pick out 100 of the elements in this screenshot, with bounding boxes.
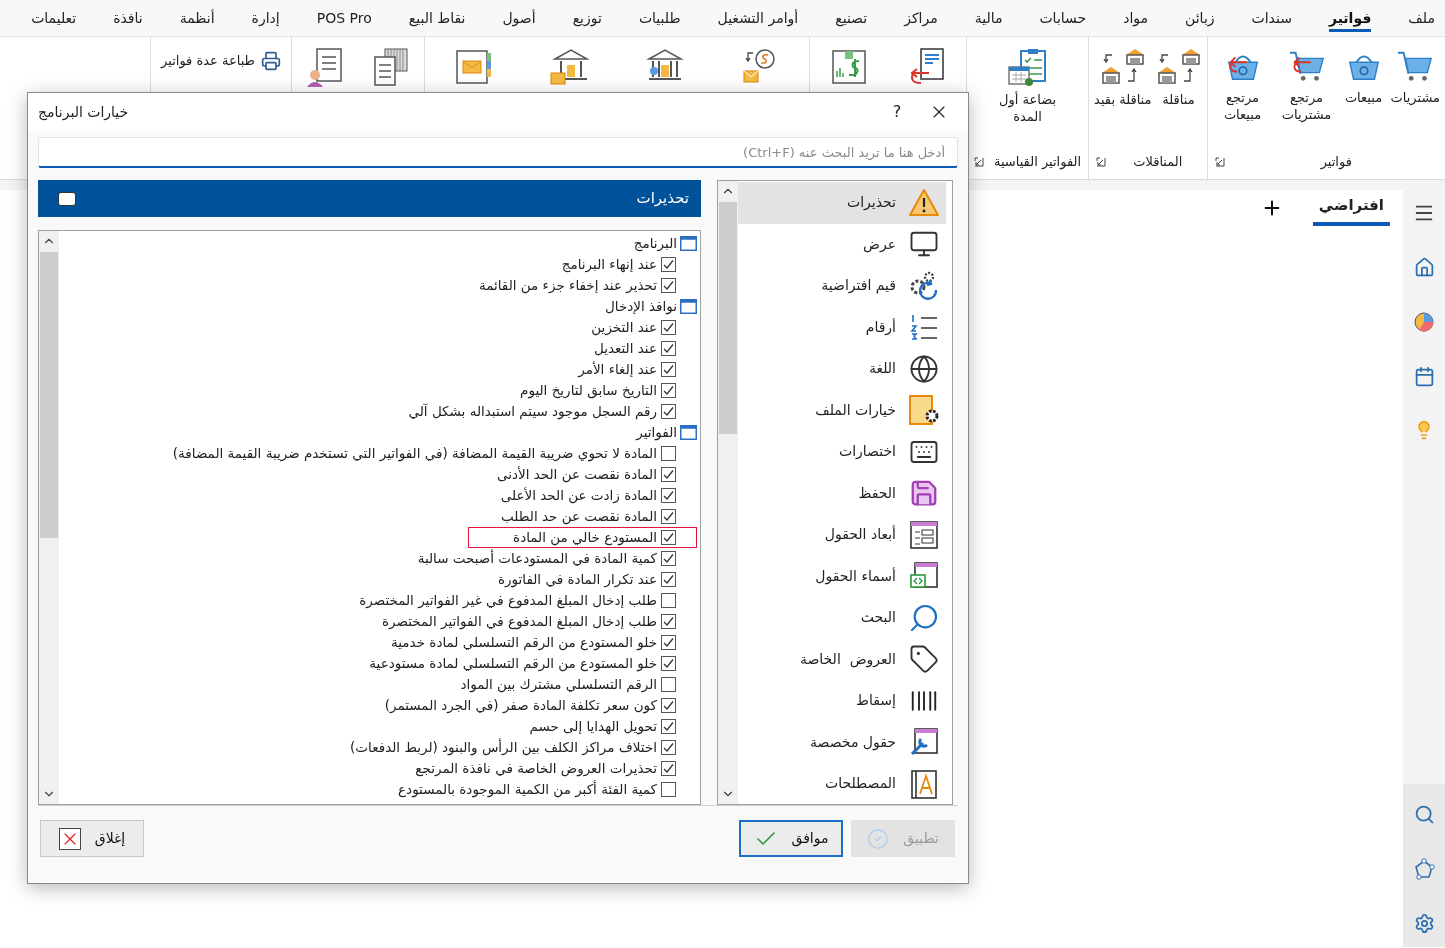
- tree-row[interactable]: طلب إدخال المبلغ المدفوع في غير الفواتير المختصرة: [314, 590, 697, 611]
- tree-row[interactable]: عند التخزين: [546, 317, 697, 338]
- checkbox[interactable]: [661, 740, 676, 755]
- settings-icon[interactable]: [1413, 913, 1435, 934]
- nav-item[interactable]: العروض الخاصة: [738, 638, 946, 680]
- checkbox[interactable]: [661, 635, 676, 650]
- scrollbar[interactable]: [39, 231, 59, 804]
- nav-item[interactable]: أسماء الحقول: [738, 555, 946, 597]
- checkbox[interactable]: [661, 509, 676, 524]
- menu-item[interactable]: تعليمات: [31, 4, 77, 32]
- tree-row[interactable]: كون سعر تكلفة المادة صفر (في الجرد المستمر): [339, 695, 697, 716]
- menu-item[interactable]: نافذة: [113, 4, 143, 32]
- nav-item[interactable]: اختصارات: [738, 431, 946, 473]
- help-button[interactable]: ?: [884, 93, 910, 131]
- dialog-launcher-icon[interactable]: [1096, 157, 1107, 167]
- nav-item[interactable]: اللغة: [738, 348, 946, 390]
- ribbon-button[interactable]: مناقلة بقيد: [1092, 47, 1154, 108]
- checkbox[interactable]: [661, 698, 676, 713]
- ribbon-button[interactable]: طباعة عدة فواتير: [161, 51, 281, 71]
- checkbox[interactable]: [661, 341, 676, 356]
- tree-row[interactable]: عند إنهاء البرنامج: [516, 254, 697, 275]
- menu-item[interactable]: أصول: [502, 4, 536, 32]
- scrollbar[interactable]: [718, 181, 738, 804]
- dialog-launcher-icon[interactable]: [973, 157, 984, 167]
- scrollbar-thumb[interactable]: [719, 202, 737, 434]
- menu-item[interactable]: سندات: [1251, 4, 1292, 32]
- menu-item[interactable]: أوامر التشغيل: [717, 4, 799, 32]
- checkbox[interactable]: [661, 383, 676, 398]
- panel-toggle-icon[interactable]: [58, 191, 76, 206]
- checkbox[interactable]: [661, 656, 676, 671]
- menu-item[interactable]: طلبيات: [638, 4, 681, 32]
- nav-item[interactable]: حقول مخصصة: [738, 721, 946, 763]
- checkbox[interactable]: [661, 782, 676, 797]
- ribbon-button[interactable]: بضاعة أول المدة: [995, 47, 1060, 125]
- tree-row[interactable]: المستودع خالي من المادة: [468, 527, 697, 548]
- tree-row[interactable]: خلو المستودع من الرقم التسلسلي لمادة خدمية: [346, 632, 697, 653]
- tab[interactable]: افتراضي: [1312, 194, 1390, 226]
- calendar-icon[interactable]: [1413, 366, 1435, 387]
- nav-item[interactable]: إسقاط: [738, 680, 946, 722]
- tree-row[interactable]: المادة لا تحوي ضريبة القيمة المضافة (في الفواتير التي تستخدم ضريبة القيمة المضافة): [127, 443, 697, 464]
- ribbon-button[interactable]: مبيعات: [1338, 47, 1389, 106]
- close-button[interactable]: إغلاق: [40, 820, 144, 857]
- tree-row[interactable]: المادة نقصت عن حد الطلب: [456, 506, 697, 527]
- tree-row[interactable]: المادة زادت عن الحد الأعلى: [455, 485, 697, 506]
- tree-row[interactable]: التاريخ سابق لتاريخ اليوم: [475, 380, 697, 401]
- tree-row[interactable]: كمية المادة في المستودعات أصبحت سالبة: [372, 548, 697, 569]
- checkbox[interactable]: [661, 467, 676, 482]
- nav-item[interactable]: الحفظ: [738, 472, 946, 514]
- ribbon-button[interactable]: مشتريات: [1388, 47, 1442, 106]
- search-icon[interactable]: [1413, 804, 1435, 825]
- checkbox[interactable]: [661, 488, 676, 503]
- pie-chart-icon[interactable]: [1413, 311, 1435, 333]
- tree-row[interactable]: تحذيرات العروض الخاصة في نافذة المرتجع: [370, 758, 697, 779]
- tree-row[interactable]: تحويل الهدايا إلى حسم: [484, 716, 697, 737]
- nav-item[interactable]: عرض: [738, 223, 946, 265]
- checkbox[interactable]: [661, 572, 676, 587]
- ok-button[interactable]: موافق: [739, 820, 843, 857]
- checkbox[interactable]: [661, 257, 676, 272]
- ribbon-button[interactable]: مرتجع مبيعات: [1210, 47, 1275, 123]
- menu-item[interactable]: أنظمة: [179, 4, 215, 32]
- checkbox[interactable]: [661, 677, 676, 692]
- checkbox[interactable]: [661, 278, 676, 293]
- nav-item[interactable]: خيارات الملف: [738, 389, 946, 431]
- checkbox[interactable]: [661, 530, 676, 545]
- ribbon-button[interactable]: مناقلة: [1153, 47, 1204, 108]
- nav-item[interactable]: قيم افتراضية: [738, 265, 946, 307]
- nav-item[interactable]: أبعاد الحقول: [738, 514, 946, 556]
- tree-row[interactable]: كمية الفئة أكبر من الكمية الموجودة بالمستودع: [353, 779, 697, 800]
- checkbox[interactable]: [661, 719, 676, 734]
- home-icon[interactable]: [1413, 257, 1435, 278]
- checkbox[interactable]: [661, 362, 676, 377]
- menu-item[interactable]: ملف: [1408, 4, 1435, 32]
- network-icon[interactable]: [1413, 858, 1435, 880]
- nav-item[interactable]: البحث: [738, 597, 946, 639]
- tree-row[interactable]: تحذير عند إخفاء جزء من القائمة: [433, 275, 697, 296]
- dialog-launcher-icon[interactable]: [1214, 157, 1225, 167]
- checkbox[interactable]: [661, 761, 676, 776]
- checkbox[interactable]: [661, 446, 676, 461]
- checkbox[interactable]: [661, 614, 676, 629]
- menu-item[interactable]: فواتير: [1328, 4, 1372, 32]
- menu-item[interactable]: حسابات: [1039, 4, 1087, 32]
- tree-row[interactable]: عند إلغاء الأمر: [533, 359, 697, 380]
- menu-item[interactable]: مراكز: [904, 4, 938, 32]
- tree-row[interactable]: عند التعديل: [548, 338, 697, 359]
- menu-item[interactable]: مواد: [1123, 4, 1149, 32]
- menu-item[interactable]: إدارة: [251, 4, 280, 32]
- tree-row[interactable]: عند تكرار المادة في الفاتورة: [453, 569, 697, 590]
- menu-item[interactable]: مالية: [974, 4, 1003, 32]
- menu-item[interactable]: زبائن: [1185, 4, 1215, 32]
- nav-item[interactable]: أرقام: [738, 306, 946, 348]
- checkbox[interactable]: [661, 593, 676, 608]
- checkbox[interactable]: [661, 551, 676, 566]
- tree-row[interactable]: رقم السجل موجود سيتم استبداله بشكل آلي: [363, 401, 697, 422]
- nav-item[interactable]: تحذيرات: [738, 182, 946, 224]
- tree-row[interactable]: الرقم التسلسلي مشترك بين المواد: [415, 674, 697, 695]
- scrollbar-thumb[interactable]: [40, 252, 58, 538]
- checkbox[interactable]: [661, 320, 676, 335]
- checkbox[interactable]: [661, 404, 676, 419]
- menu-item[interactable]: POS Pro: [316, 4, 372, 32]
- nav-item[interactable]: المصطلحات: [738, 763, 946, 804]
